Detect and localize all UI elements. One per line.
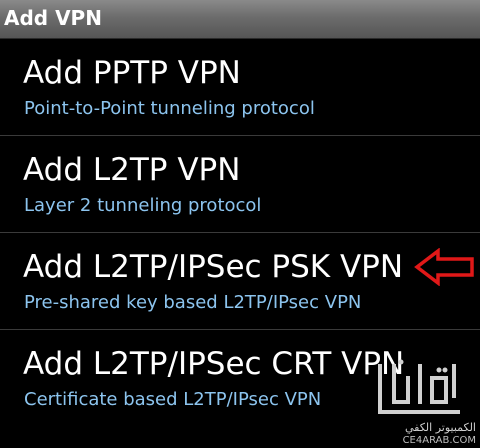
list-item-add-pptp-vpn[interactable]: Add PPTP VPN Point-to-Point tunneling pr…: [0, 39, 480, 136]
list-item-add-l2tp-vpn[interactable]: Add L2TP VPN Layer 2 tunneling protocol: [0, 136, 480, 233]
title-bar: Add VPN: [0, 0, 480, 39]
red-left-arrow-icon: [414, 248, 474, 286]
list-item-add-l2tp-ipsec-psk-vpn[interactable]: Add L2TP/IPSec PSK VPN Pre-shared key ba…: [0, 233, 480, 330]
watermark-logo-icon: [378, 359, 460, 414]
site-watermark: الكمبيوتر الكفي CE4ARAB.COM: [352, 356, 478, 446]
list-item-title: Add L2TP/IPSec CRT VPN: [23, 346, 405, 382]
list-item-title: Add L2TP VPN: [23, 152, 241, 188]
list-item-title: Add L2TP/IPSec PSK VPN: [23, 249, 404, 285]
watermark-arabic-text: الكمبيوتر الكفي: [404, 421, 476, 434]
page-title: Add VPN: [4, 6, 102, 30]
add-vpn-screen: Add VPN Add PPTP VPN Point-to-Point tunn…: [0, 0, 480, 448]
watermark-url: CE4ARAB.COM: [402, 435, 476, 446]
list-item-subtitle: Pre-shared key based L2TP/IPsec VPN: [24, 292, 362, 313]
list-item-subtitle: Certificate based L2TP/IPsec VPN: [24, 389, 322, 410]
list-item-title: Add PPTP VPN: [23, 55, 241, 91]
list-item-subtitle: Layer 2 tunneling protocol: [24, 195, 262, 216]
list-item-subtitle: Point-to-Point tunneling protocol: [24, 98, 315, 119]
